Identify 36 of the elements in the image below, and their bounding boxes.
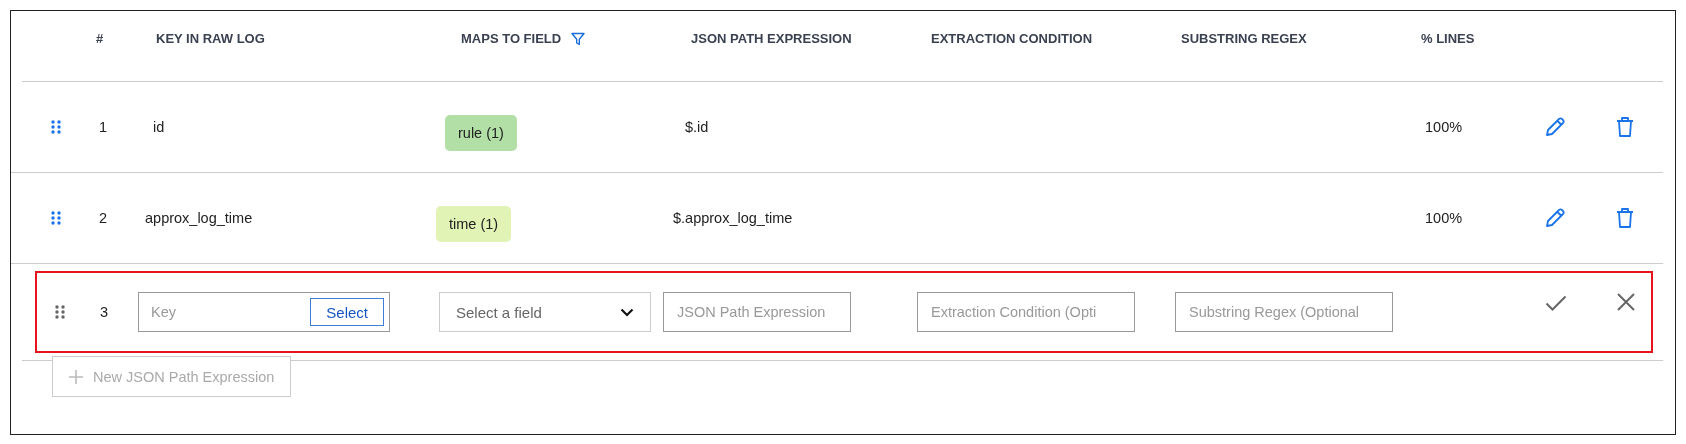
select-button[interactable]: Select xyxy=(310,298,384,326)
key-text: approx_log_time xyxy=(145,210,253,226)
json-path-text: $.approx_log_time xyxy=(673,210,793,226)
key-field[interactable]: Key Select xyxy=(138,292,390,332)
trash-icon[interactable] xyxy=(1615,207,1635,229)
column-header: EXTRACTION CONDITION xyxy=(931,31,1093,46)
substring-regex-field[interactable]: Substring Regex (Optional xyxy=(1175,292,1393,332)
plus-icon xyxy=(69,369,83,384)
column-header: # xyxy=(96,31,104,46)
drag-handle-icon[interactable] xyxy=(51,211,61,225)
trash-icon[interactable] xyxy=(1615,116,1635,138)
row-number: 2 xyxy=(99,210,108,226)
column-header: SUBSTRING REGEX xyxy=(1181,31,1307,46)
column-header: JSON PATH EXPRESSION xyxy=(691,31,852,46)
extraction-condition-field[interactable]: Extraction Condition (Opti xyxy=(917,292,1135,332)
field-tag: time (1) xyxy=(436,206,512,242)
filter-icon[interactable] xyxy=(571,31,586,46)
pencil-icon[interactable] xyxy=(1544,116,1566,138)
drag-handle-icon[interactable] xyxy=(51,120,61,134)
close-icon[interactable] xyxy=(1617,293,1635,311)
drag-handle-icon[interactable] xyxy=(55,305,65,319)
column-header: KEY IN RAW LOG xyxy=(156,31,265,46)
row-number: 1 xyxy=(99,119,108,135)
key-text: id xyxy=(152,119,165,135)
field-dropdown[interactable]: Select a field xyxy=(439,292,651,332)
pencil-icon[interactable] xyxy=(1544,207,1566,229)
field-tag: rule (1) xyxy=(445,115,517,151)
column-header: MAPS TO FIELD xyxy=(461,31,562,46)
lines-percent: 100% xyxy=(1425,210,1463,226)
column-header: % LINES xyxy=(1421,31,1475,46)
lines-percent: 100% xyxy=(1425,119,1463,135)
json-path-text: $.id xyxy=(685,119,709,135)
chevron-down-icon xyxy=(620,307,634,317)
json-path-field[interactable]: JSON Path Expression xyxy=(663,292,851,332)
checkmark-icon[interactable] xyxy=(1545,295,1567,311)
row-number: 3 xyxy=(100,304,109,320)
